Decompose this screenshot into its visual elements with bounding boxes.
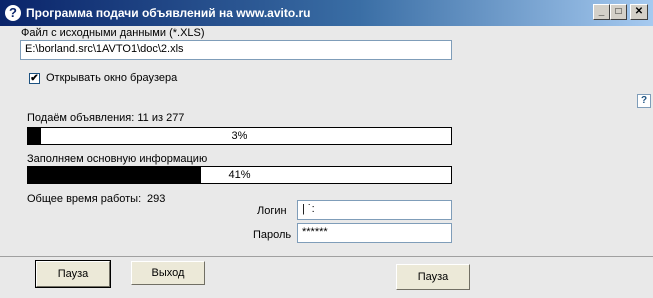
info-progress-label: Заполняем основную информацию: [27, 153, 208, 165]
title-bar: ? Программа подачи объявлений на www.avi…: [0, 0, 653, 26]
ads-progress-text: 3%: [231, 130, 248, 142]
ads-progress-label: Подаём объявления: 11 из 277: [27, 112, 185, 124]
maximize-button[interactable]: □: [610, 4, 627, 20]
file-path-input[interactable]: E:\borland.src\1AVTO1\doc\2.xls: [20, 40, 452, 60]
pause-button-secondary[interactable]: Пауза: [396, 264, 470, 290]
close-icon: ✕: [634, 6, 644, 17]
login-label: Логин: [257, 205, 287, 217]
help-button[interactable]: ?: [637, 94, 651, 108]
window-title: Программа подачи объявлений на www.avito…: [26, 6, 311, 20]
browser-checkbox[interactable]: ✔: [29, 73, 40, 84]
divider: [0, 256, 653, 257]
main-panel: Файл с исходными данными (*.XLS) E:\borl…: [0, 26, 653, 298]
minimize-icon: _: [598, 6, 605, 17]
close-button[interactable]: ✕: [630, 4, 648, 20]
maximize-icon: □: [615, 6, 622, 17]
work-time-label: Общее время работы:: [27, 193, 142, 205]
password-input[interactable]: ******: [297, 223, 452, 243]
work-time-value: 293: [147, 193, 166, 205]
login-input[interactable]: | ˙:: [297, 200, 452, 220]
browser-checkbox-label: Открывать окно браузера: [46, 72, 178, 84]
exit-button[interactable]: Выход: [131, 261, 205, 285]
password-label: Пароль: [253, 229, 292, 241]
ads-progress-bar: 3%: [27, 127, 452, 145]
minimize-button[interactable]: _: [593, 4, 610, 20]
info-progress-text: 41%: [28, 167, 451, 183]
help-icon: ?: [5, 5, 21, 21]
check-icon: ✔: [30, 73, 39, 84]
file-label: Файл с исходными данными (*.XLS): [21, 27, 205, 39]
pause-button[interactable]: Пауза: [35, 260, 111, 288]
info-progress-bar: 41%: [27, 166, 452, 184]
